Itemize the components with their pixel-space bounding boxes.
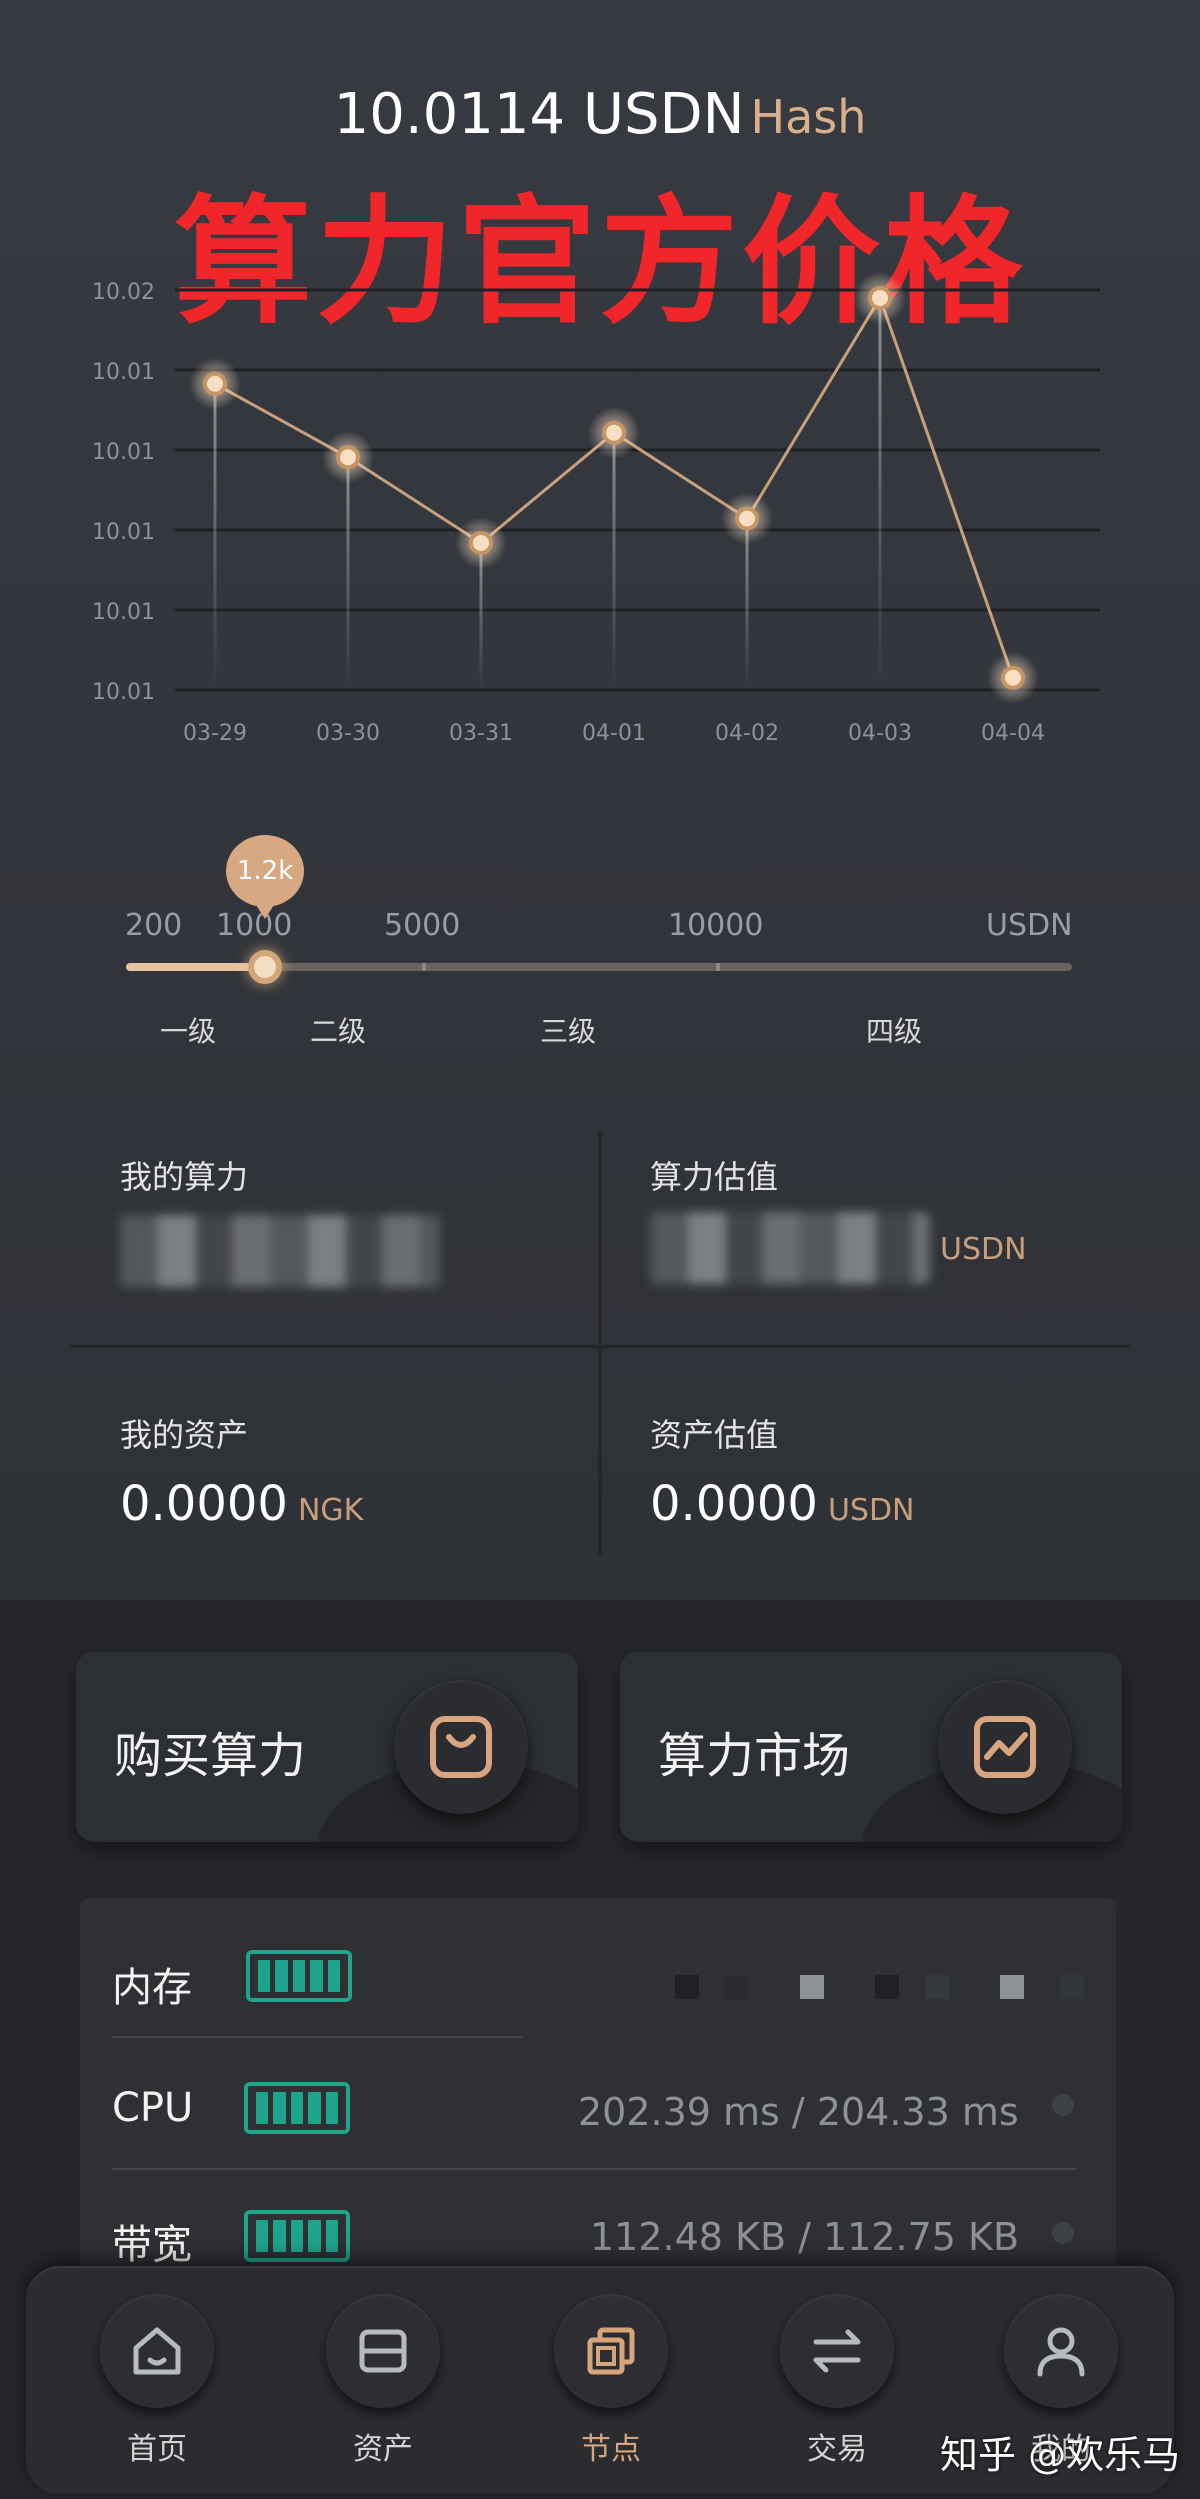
power-value-redacted	[650, 1212, 930, 1284]
my-assets-unit: NGK	[297, 1493, 364, 1528]
price-chart: 10.02 10.01 10.01 10.01 10.01 10.01 03-29 03-30…	[92, 272, 1100, 746]
resource-label-cpu: CPU	[112, 2085, 194, 2131]
nav-nodes-button[interactable]	[554, 2294, 668, 2408]
cpu-usage-value: 202.39 ms / 204.33 ms	[578, 2090, 1019, 2134]
power-market-button[interactable]	[938, 1680, 1072, 1814]
home-icon	[133, 2327, 181, 2375]
nav-home-button[interactable]	[100, 2294, 214, 2408]
nav-mine-button[interactable]	[1004, 2294, 1118, 2408]
slider-tick-5000: 5000	[384, 908, 461, 943]
x-tick-label: 04-03	[848, 721, 912, 746]
slider-tick-200: 200	[125, 908, 183, 943]
nav-assets-button[interactable]	[326, 2294, 440, 2408]
my-power-label: 我的算力	[120, 1158, 249, 1196]
x-tick-label: 04-01	[582, 721, 646, 746]
x-tick-label: 04-04	[981, 721, 1045, 746]
price-value: 10.0114 USDN	[333, 82, 745, 147]
resource-label-bandwidth: 带宽	[112, 2222, 192, 2268]
amount-slider-thumb[interactable]	[248, 950, 283, 984]
swap-arrows-icon	[813, 2329, 861, 2373]
data-dropline	[346, 467, 350, 690]
nav-item-trade[interactable]: 交易	[752, 2294, 922, 2484]
data-point	[203, 371, 227, 396]
y-tick-label: 10.01	[92, 360, 155, 385]
cpu-status-dot	[1052, 2094, 1074, 2116]
cpu-battery-icon	[244, 2082, 350, 2134]
data-dropline	[479, 553, 483, 690]
level-label-1: 一级	[160, 1015, 217, 1048]
my-power-value-redacted	[120, 1215, 440, 1287]
amount-slider-fill	[126, 963, 266, 971]
y-tick-label: 10.01	[92, 520, 155, 545]
shopping-bag-icon	[430, 1716, 492, 1778]
my-assets-value-line: 0.0000 NGK	[120, 1476, 363, 1532]
level-label-2: 二级	[310, 1015, 367, 1048]
data-point	[1001, 665, 1025, 690]
row-divider	[112, 2036, 522, 2038]
resource-label-memory: 内存	[112, 1965, 192, 2011]
nav-item-nodes[interactable]: 节点	[526, 2294, 696, 2484]
x-tick-label: 03-31	[449, 721, 513, 746]
data-dropline	[745, 528, 749, 690]
bandwidth-status-dot	[1052, 2222, 1074, 2244]
slider-tick-mark	[422, 963, 426, 971]
data-point	[469, 531, 493, 555]
level-label-4: 四级	[866, 1015, 923, 1048]
x-tick-label: 03-29	[183, 721, 247, 746]
wallet-icon	[359, 2329, 407, 2373]
power-market-label: 算力市场	[658, 1728, 851, 1784]
buy-power-card[interactable]: 购买算力	[76, 1652, 578, 1842]
user-icon	[1037, 2327, 1085, 2377]
slider-value-bubble: 1.2k	[226, 835, 305, 919]
slider-tick-mark	[716, 963, 720, 971]
power-value-label: 算力估值	[650, 1158, 779, 1196]
power-value-unit: USDN	[940, 1232, 1027, 1267]
slider-tick-10000: 10000	[668, 908, 764, 943]
trend-chart-icon	[974, 1716, 1036, 1778]
data-point	[336, 445, 360, 470]
buy-power-button[interactable]	[394, 1680, 528, 1814]
y-tick-label: 10.01	[92, 600, 155, 625]
price-unit: Hash	[750, 90, 867, 144]
data-point	[868, 286, 892, 310]
nav-trade-button[interactable]	[780, 2294, 894, 2408]
assets-value-unit: USDN	[827, 1493, 915, 1528]
data-dropline	[612, 442, 616, 690]
row-divider	[112, 2168, 1076, 2170]
nav-label-assets: 资产	[353, 2432, 413, 2467]
assets-value-line: 0.0000 USDN	[650, 1476, 915, 1532]
y-tick-label: 10.01	[92, 680, 155, 705]
slider-tick-1000: 1000	[216, 908, 293, 943]
my-assets-label: 我的资产	[120, 1416, 249, 1454]
price-line: 10.0114 USDN Hash	[0, 82, 1200, 147]
nav-item-assets[interactable]: 资产	[298, 2294, 468, 2484]
level-label-3: 三级	[540, 1015, 597, 1048]
nav-item-home[interactable]: 首页	[72, 2294, 242, 2484]
data-dropline	[213, 393, 217, 690]
y-tick-label: 10.02	[92, 280, 155, 305]
stats-vertical-divider	[598, 1130, 602, 1555]
data-point	[735, 506, 759, 531]
memory-battery-icon	[246, 1950, 352, 2002]
data-dropline	[878, 308, 882, 690]
bandwidth-usage-value: 112.48 KB / 112.75 KB	[590, 2215, 1020, 2259]
x-tick-label: 04-02	[715, 721, 779, 746]
x-tick-label: 03-30	[316, 721, 380, 746]
stats-horizontal-divider	[70, 1345, 1130, 1348]
assets-value-value: 0.0000	[650, 1476, 818, 1532]
nav-label-trade: 交易	[807, 2432, 867, 2467]
bandwidth-battery-icon	[244, 2210, 350, 2262]
my-assets-value: 0.0000	[120, 1476, 288, 1532]
nav-label-home: 首页	[127, 2432, 187, 2467]
data-point	[602, 420, 626, 445]
watermark: 知乎 @欢乐马	[940, 2433, 1181, 2477]
buy-power-label: 购买算力	[114, 1728, 307, 1784]
power-market-card[interactable]: 算力市场	[620, 1652, 1122, 1842]
nav-label-nodes: 节点	[581, 2432, 641, 2467]
y-tick-label: 10.01	[92, 440, 155, 465]
assets-value-label: 资产估值	[650, 1416, 779, 1454]
slider-tick-unit: USDN	[986, 908, 1073, 943]
layers-icon	[587, 2327, 635, 2375]
